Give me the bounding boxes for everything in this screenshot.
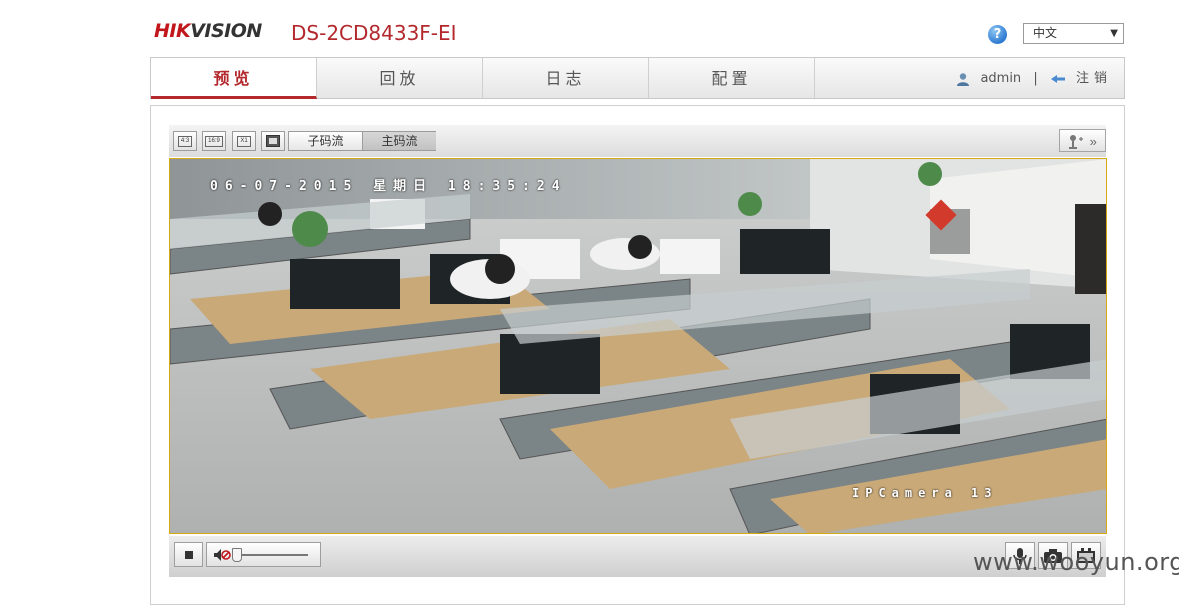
video-toolbar-top: 4:3 16:9 X1 子码流 主码流 » [169, 125, 1106, 157]
watermark-text: www.wooyun.org [973, 548, 1179, 576]
aspect-16-9-label: 16:9 [205, 136, 223, 147]
volume-control [206, 542, 321, 567]
logout-link[interactable]: 注销 [1076, 71, 1112, 86]
ptz-toggle-button[interactable]: » [1059, 129, 1106, 152]
hikvision-logo: HIKVISION [154, 20, 262, 42]
aspect-4-3-button[interactable]: 4:3 [173, 131, 197, 151]
user-separator: | [1033, 71, 1038, 86]
logout-icon[interactable] [1050, 73, 1066, 85]
language-selected-value: 中文 [1033, 26, 1058, 40]
aspect-original-label: X1 [237, 136, 251, 147]
tab-log[interactable]: 日志 [483, 58, 649, 98]
osd-camera-name: IPCamera 13 [852, 486, 998, 500]
aspect-4-3-label: 4:3 [177, 136, 193, 147]
username[interactable]: admin [980, 71, 1021, 86]
language-select[interactable]: 中文 ▼ [1023, 23, 1124, 44]
volume-slider-track[interactable] [236, 554, 308, 556]
device-model: DS-2CD8433F-EI [291, 21, 457, 45]
stop-icon [185, 551, 193, 559]
window-icon [266, 135, 280, 147]
user-icon [957, 73, 970, 86]
camera-feed-image [170, 159, 1106, 533]
video-player[interactable]: 06-07-2015 星期日 18:35:24 IPCamera 13 [169, 158, 1107, 534]
user-area: admin | 注销 [956, 58, 1112, 98]
osd-datetime: 06-07-2015 星期日 18:35:24 [210, 179, 567, 194]
help-icon[interactable]: ? [988, 25, 1007, 44]
logo-hik-text: HIK [154, 20, 191, 42]
ptz-expand-icon: » [1089, 134, 1097, 150]
volume-slider-thumb[interactable] [232, 548, 242, 562]
main-nav: 预览 回放 日志 配置 admin | 注销 [150, 57, 1125, 99]
mainstream-button[interactable]: 主码流 [363, 132, 436, 150]
video-toolbar-bottom [169, 536, 1106, 577]
logo-vision-text: VISION [190, 20, 262, 42]
tab-playback[interactable]: 回放 [317, 58, 483, 98]
tab-configuration[interactable]: 配置 [649, 58, 815, 98]
mute-icon[interactable] [213, 548, 231, 562]
stop-button[interactable] [174, 542, 203, 567]
aspect-16-9-button[interactable]: 16:9 [202, 131, 226, 151]
tab-preview[interactable]: 预览 [151, 58, 317, 99]
aspect-original-button[interactable]: X1 [232, 131, 256, 151]
page-header: HIKVISION DS-2CD8433F-EI ? 中文 ▼ [0, 0, 1179, 56]
substream-button[interactable]: 子码流 [289, 132, 363, 150]
chevron-down-icon: ▼ [1110, 28, 1118, 39]
fullscreen-button[interactable] [261, 131, 285, 151]
stream-selector: 子码流 主码流 [288, 131, 436, 151]
ptz-icon [1069, 134, 1083, 149]
